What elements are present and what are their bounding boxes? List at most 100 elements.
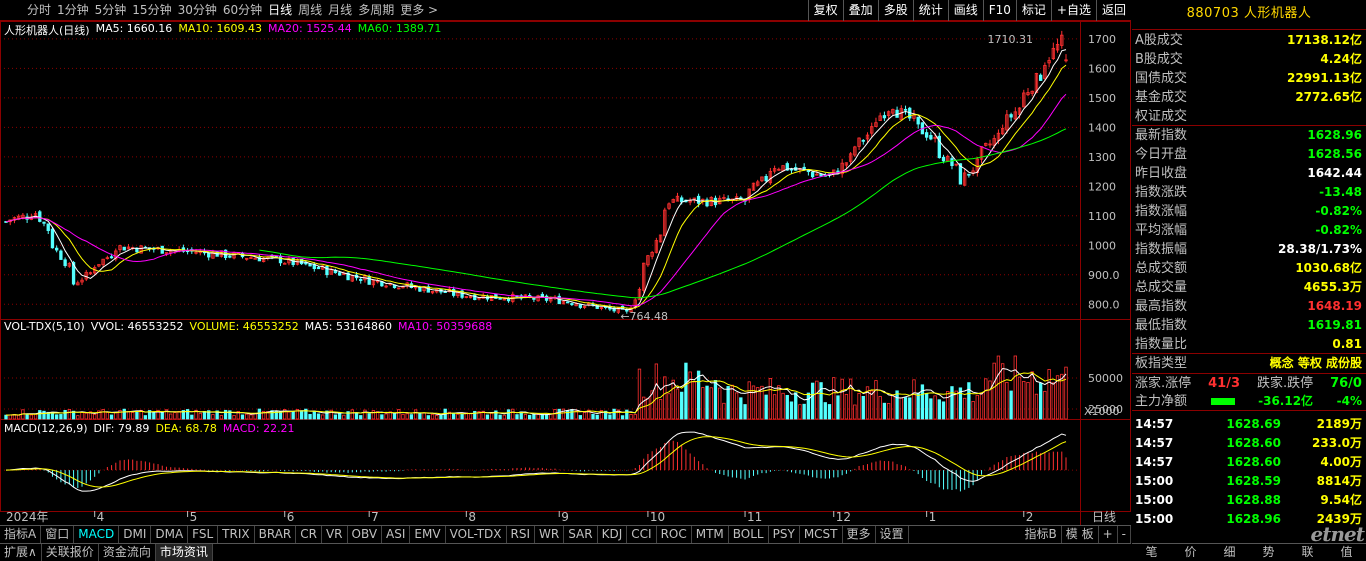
indicator-tab-0[interactable]: 指标A: [0, 526, 42, 543]
status-tab-3[interactable]: 市场资讯: [155, 544, 213, 561]
quote-tab-4[interactable]: 联: [1288, 544, 1327, 561]
volume-bar: [874, 380, 878, 420]
quote-tab-5[interactable]: 值: [1327, 544, 1366, 561]
month-label: 10: [650, 510, 665, 524]
volume-bar: [169, 413, 173, 420]
volume-bar: [321, 414, 325, 420]
indicator-tab-4[interactable]: DMA: [151, 526, 189, 543]
indicator-tab-5[interactable]: FSL: [188, 526, 219, 543]
indicator-right-3[interactable]: -: [1118, 526, 1131, 543]
tick-row: 14:57 1628.60 233.0万: [1132, 434, 1366, 453]
toolbar-button-1[interactable]: 叠加: [842, 0, 878, 21]
quote-tab-1[interactable]: 价: [1171, 544, 1210, 561]
indicator-right-0[interactable]: 指标B: [1021, 526, 1062, 543]
toolbar-button-4[interactable]: 画线: [947, 0, 983, 21]
volume-bar: [413, 409, 418, 420]
quote-label: B股成交: [1135, 52, 1183, 67]
quote-tab-3[interactable]: 势: [1249, 544, 1288, 561]
indicator-tab-1[interactable]: 窗口: [41, 526, 75, 543]
dea-value: DEA: 68.78: [155, 422, 217, 435]
period-tab-6[interactable]: 日线: [265, 0, 295, 21]
quote-label: 最高指数: [1135, 299, 1188, 314]
indicator-tab-24[interactable]: 更多: [843, 526, 876, 543]
toolbar-button-2[interactable]: 多股: [877, 0, 913, 21]
volume-bar: [143, 415, 148, 420]
toolbar-button-0[interactable]: 复权: [807, 0, 843, 21]
quote-tab-0[interactable]: 笔: [1132, 544, 1171, 561]
volume-bar: [933, 395, 937, 420]
quote-label: 板指类型: [1135, 356, 1188, 371]
indicator-tab-6[interactable]: TRIX: [218, 526, 255, 543]
volume-bar: [114, 412, 118, 420]
candle-body: [1009, 114, 1013, 118]
toolbar-button-8[interactable]: 返回: [1095, 0, 1131, 21]
toolbar-button-6[interactable]: 标记: [1015, 0, 1051, 21]
status-tab-0[interactable]: 扩展∧: [0, 544, 42, 561]
chart-grid: [0, 21, 1131, 525]
indicator-tab-25[interactable]: 设置: [876, 526, 909, 543]
indicator-tab-15[interactable]: WR: [535, 526, 565, 543]
volume-bar: [1038, 382, 1043, 420]
volume-bar: [886, 403, 891, 420]
quote-value: -13.48: [1319, 185, 1362, 199]
indicator-tab-3[interactable]: DMI: [119, 526, 152, 543]
indicator-tab-19[interactable]: ROC: [657, 526, 692, 543]
indicator-tab-13[interactable]: VOL-TDX: [446, 526, 507, 543]
indicator-right-1[interactable]: 模 板: [1062, 526, 1099, 543]
indicator-tab-17[interactable]: KDJ: [598, 526, 628, 543]
indicator-tab-8[interactable]: CR: [296, 526, 322, 543]
price-axis: 1700 1600 1500 1400 1300 1200 1100 1000 900.0 800…: [1084, 33, 1123, 418]
period-tab-4[interactable]: 30分钟: [175, 0, 220, 21]
toolbar-button-7[interactable]: +自选: [1050, 0, 1096, 21]
volume-bar: [202, 411, 207, 420]
candle-body: [578, 304, 583, 308]
period-tab-8[interactable]: 月线: [325, 0, 355, 21]
indicator-right-2[interactable]: +: [1099, 526, 1118, 543]
quote-value: 0.81: [1332, 337, 1362, 351]
period-tab-1[interactable]: 1分钟: [54, 0, 92, 21]
period-tab-5[interactable]: 60分钟: [220, 0, 265, 21]
period-tab-0[interactable]: 分时: [24, 0, 54, 21]
toolbar-button-5[interactable]: F10: [982, 0, 1016, 21]
indicator-tab-7[interactable]: BRAR: [255, 526, 297, 543]
volume-bar: [511, 408, 515, 420]
volume-bar: [781, 392, 785, 420]
chart-area[interactable]: 1710.31←764.48 1700160015001400130012001…: [0, 21, 1131, 525]
indicator-tab-14[interactable]: RSI: [507, 526, 536, 543]
indicator-tab-12[interactable]: EMV: [410, 526, 446, 543]
volume-bar: [350, 409, 354, 420]
indicator-tab-18[interactable]: CCI: [627, 526, 657, 543]
candle-body: [253, 257, 257, 260]
indicator-tab-16[interactable]: SAR: [564, 526, 598, 543]
indicator-tab-20[interactable]: MTM: [692, 526, 729, 543]
status-tab-2[interactable]: 资金流向: [99, 544, 156, 561]
indicator-tab-11[interactable]: ASI: [382, 526, 411, 543]
quote-label: 总成交额: [1135, 261, 1188, 276]
net-pct: -4%: [1336, 394, 1362, 408]
price-tick-label: 1700: [1088, 33, 1116, 46]
period-tab-2[interactable]: 5分钟: [92, 0, 130, 21]
period-tab-3[interactable]: 15分钟: [129, 0, 174, 21]
indicator-tab-23[interactable]: MCST: [800, 526, 843, 543]
quote-value: 28.38/1.73%: [1278, 242, 1362, 256]
volume-bar: [1034, 393, 1039, 420]
indicator-tab-10[interactable]: OBV: [348, 526, 383, 543]
toolbar-button-3[interactable]: 统计: [912, 0, 948, 21]
status-tab-1[interactable]: 关联报价: [42, 544, 99, 561]
quote-row: A股成交 17138.12亿: [1132, 31, 1366, 50]
volume-bar: [363, 409, 367, 420]
indicator-tab-2[interactable]: MACD: [74, 526, 120, 543]
indicator-tab-21[interactable]: BOLL: [729, 526, 769, 543]
period-tab-10[interactable]: 更多 >: [397, 0, 441, 21]
volume-bar: [506, 409, 511, 420]
period-tab-7[interactable]: 周线: [295, 0, 325, 21]
tick-row: 15:00 1628.59 8814万: [1132, 472, 1366, 491]
volume-bar: [173, 412, 177, 420]
candle-body: [42, 221, 46, 224]
quote-tab-2[interactable]: 细: [1210, 544, 1249, 561]
indicator-tab-22[interactable]: PSY: [769, 526, 800, 543]
indicator-tab-9[interactable]: VR: [322, 526, 348, 543]
period-tab-9[interactable]: 多周期: [355, 0, 397, 21]
volume-bar: [722, 402, 726, 420]
price-indicator-header: 人形机器人(日线) MA5: 1660.16 MA10: 1609.43 MA2…: [4, 22, 441, 38]
